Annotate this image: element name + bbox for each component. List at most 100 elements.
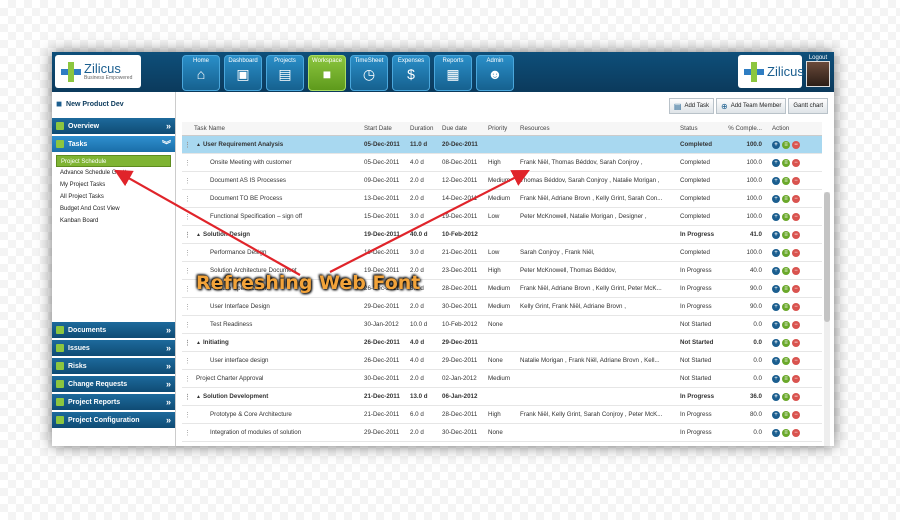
sidebar-overview[interactable]: Overview » [52, 118, 175, 134]
drag-handle-icon[interactable]: ⋮⋮ [182, 285, 192, 293]
delete-icon[interactable]: − [792, 158, 800, 167]
delete-icon[interactable]: − [792, 320, 800, 329]
drag-handle-icon[interactable]: ⋮⋮ [182, 267, 192, 275]
add-icon[interactable]: + [772, 266, 780, 275]
add-icon[interactable]: + [772, 356, 780, 365]
edit-icon[interactable]: ≡ [782, 374, 790, 383]
scrollbar-thumb[interactable] [824, 192, 830, 322]
drag-handle-icon[interactable]: ⋮⋮ [182, 357, 192, 365]
subnav-item[interactable]: Budget And Cost View [56, 203, 171, 215]
nav-tab-workspace[interactable]: Workspace ■ [308, 55, 346, 91]
table-row[interactable]: ⋮⋮▲User Requirement Analysis05-Dec-20111… [182, 136, 822, 154]
add-icon[interactable]: + [772, 212, 780, 221]
cell-task-name[interactable]: Prototype & Core Architecture [192, 411, 362, 418]
delete-icon[interactable]: − [792, 338, 800, 347]
add-icon[interactable]: + [772, 320, 780, 329]
edit-icon[interactable]: ≡ [782, 140, 790, 149]
sidebar-section-project-reports[interactable]: Project Reports » [52, 394, 175, 410]
sidebar-section-risks[interactable]: Risks » [52, 358, 175, 374]
cell-task-name[interactable]: Onsite Meeting with customer [192, 159, 362, 166]
subnav-item[interactable]: Project Schedule [56, 155, 171, 167]
edit-icon[interactable]: ≡ [782, 356, 790, 365]
cell-task-name[interactable]: ▲ Solution Development [192, 393, 362, 400]
add-icon[interactable]: + [772, 230, 780, 239]
drag-handle-icon[interactable]: ⋮⋮ [182, 249, 192, 257]
collapse-caret-icon[interactable]: ▲ [196, 142, 201, 148]
edit-icon[interactable]: ≡ [782, 302, 790, 311]
drag-handle-icon[interactable]: ⋮⋮ [182, 195, 192, 203]
add-icon[interactable]: + [772, 428, 780, 437]
delete-icon[interactable]: − [792, 266, 800, 275]
collapse-caret-icon[interactable]: ▲ [196, 232, 201, 238]
edit-icon[interactable]: ≡ [782, 266, 790, 275]
add-icon[interactable]: + [772, 338, 780, 347]
drag-handle-icon[interactable]: ⋮⋮ [182, 375, 192, 383]
add-team-member-button[interactable]: ⊕ Add Team Member [716, 98, 787, 114]
drag-handle-icon[interactable]: ⋮⋮ [182, 303, 192, 311]
zilicus-logo[interactable]: Zilicus Business Empowered [55, 55, 141, 88]
table-row[interactable]: ⋮⋮ Integration of modules of solution 29-D… [182, 424, 822, 442]
sidebar-section-issues[interactable]: Issues » [52, 340, 175, 356]
col-task-name[interactable]: Task Name [192, 125, 362, 132]
edit-icon[interactable]: ≡ [782, 410, 790, 419]
sidebar-tasks[interactable]: Tasks ︾ [52, 136, 175, 152]
cell-task-name[interactable]: Document TO BE Process [192, 195, 362, 202]
edit-icon[interactable]: ≡ [782, 158, 790, 167]
add-icon[interactable]: + [772, 248, 780, 257]
add-icon[interactable]: + [772, 410, 780, 419]
table-row[interactable]: ⋮⋮ Performance Design 19-Dec-2011 3.0 d 21-D… [182, 244, 822, 262]
nav-tab-timesheet[interactable]: TimeSheet ◷ [350, 55, 388, 91]
nav-tab-reports[interactable]: Reports ▦ [434, 55, 472, 91]
cell-task-name[interactable]: Document AS IS Processes [192, 177, 362, 184]
delete-icon[interactable]: − [792, 176, 800, 185]
table-row[interactable]: ⋮⋮ Test Readiness 30-Jan-2012 10.0 d 10-Feb-… [182, 316, 822, 334]
subnav-item[interactable]: Advance Schedule Gantt [56, 167, 171, 179]
edit-icon[interactable]: ≡ [782, 284, 790, 293]
edit-icon[interactable]: ≡ [782, 248, 790, 257]
gantt-chart-button[interactable]: Gantt chart [788, 98, 828, 114]
cell-task-name[interactable]: Test Readiness [192, 321, 362, 328]
add-icon[interactable]: + [772, 176, 780, 185]
table-row[interactable]: ⋮⋮ Project Charter Approval 30-Dec-2011 2.0… [182, 370, 822, 388]
table-row[interactable]: ⋮⋮▲Solution Design19-Dec-201140.0 d10-Fe… [182, 226, 822, 244]
col-due-date[interactable]: Due date [440, 125, 486, 132]
table-row[interactable]: ⋮⋮ User interface design 26-Dec-2011 4.0 d 2… [182, 352, 822, 370]
collapse-caret-icon[interactable]: ▲ [196, 394, 201, 400]
drag-handle-icon[interactable]: ⋮⋮ [182, 393, 192, 401]
delete-icon[interactable]: − [792, 230, 800, 239]
table-row[interactable]: ⋮⋮▲Solution Development21-Dec-201113.0 d… [182, 388, 822, 406]
drag-handle-icon[interactable]: ⋮⋮ [182, 213, 192, 221]
cell-task-name[interactable]: Project Charter Approval [192, 375, 362, 382]
drag-handle-icon[interactable]: ⋮⋮ [182, 429, 192, 437]
delete-icon[interactable]: − [792, 374, 800, 383]
cell-task-name[interactable]: User Interface Design [192, 303, 362, 310]
add-icon[interactable]: + [772, 194, 780, 203]
col-percent-complete[interactable]: % Comple... [722, 125, 766, 132]
delete-icon[interactable]: − [792, 392, 800, 401]
cell-task-name[interactable]: Integration of modules of solution [192, 429, 362, 436]
drag-handle-icon[interactable]: ⋮⋮ [182, 339, 192, 347]
add-icon[interactable]: + [772, 140, 780, 149]
table-row[interactable]: ⋮⋮ Functional Specification – sign off 15-… [182, 208, 822, 226]
nav-tab-home[interactable]: Home ⌂ [182, 55, 220, 91]
delete-icon[interactable]: − [792, 356, 800, 365]
subnav-item[interactable]: My Project Tasks [56, 179, 171, 191]
col-status[interactable]: Status [678, 125, 722, 132]
delete-icon[interactable]: − [792, 302, 800, 311]
table-row[interactable]: ⋮⋮ Onsite Meeting with customer 05-Dec-201… [182, 154, 822, 172]
drag-handle-icon[interactable]: ⋮⋮ [182, 141, 192, 149]
sidebar-section-documents[interactable]: Documents » [52, 322, 175, 338]
cell-task-name[interactable]: User interface design [192, 357, 362, 364]
edit-icon[interactable]: ≡ [782, 212, 790, 221]
delete-icon[interactable]: − [792, 248, 800, 257]
delete-icon[interactable]: − [792, 140, 800, 149]
col-resources[interactable]: Resources [518, 125, 678, 132]
add-icon[interactable]: + [772, 392, 780, 401]
cell-task-name[interactable]: ▲ Initiating [192, 339, 362, 346]
nav-tab-expenses[interactable]: Expenses $ [392, 55, 430, 91]
cell-task-name[interactable]: Performance Design [192, 249, 362, 256]
add-icon[interactable]: + [772, 284, 780, 293]
drag-handle-icon[interactable]: ⋮⋮ [182, 411, 192, 419]
edit-icon[interactable]: ≡ [782, 176, 790, 185]
delete-icon[interactable]: − [792, 194, 800, 203]
